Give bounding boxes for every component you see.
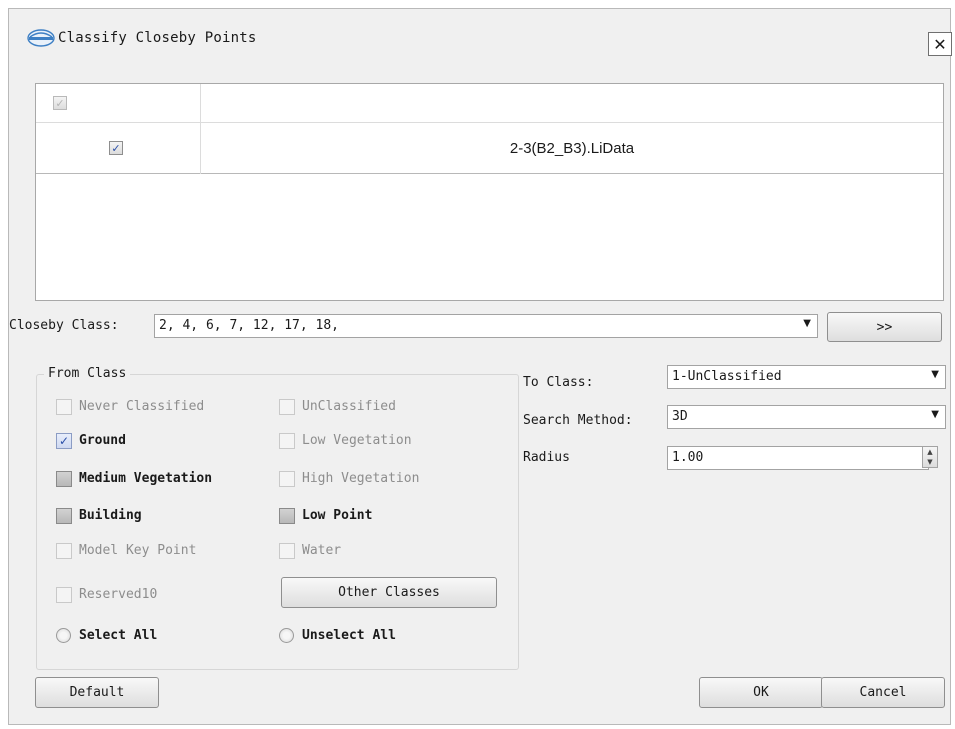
medium-vegetation-label: Medium Vegetation [79,471,213,486]
never-classified-checkbox[interactable] [56,399,72,415]
to-class-select[interactable]: 1-UnClassified ▼ [667,365,946,389]
building-label: Building [79,508,142,523]
ground-checkbox[interactable]: ✓ [56,433,72,449]
file-row-checkbox[interactable]: ✓ [109,141,123,155]
water-label: Water [302,543,342,558]
dialog-title: Classify Closeby Points [58,30,257,46]
low-vegetation-checkbox[interactable] [279,433,295,449]
spin-up-icon[interactable]: ▲ [923,447,937,457]
unselect-all-radio[interactable] [279,628,294,643]
spin-down-icon[interactable]: ▼ [923,457,937,467]
never-classified-label: Never Classified [79,399,205,414]
low-point-checkbox[interactable] [279,508,295,524]
title-bar: Classify Closeby Points ✕ [9,9,952,69]
column-divider [200,84,201,174]
building-checkbox[interactable] [56,508,72,524]
closeby-class-select[interactable]: 2, 4, 6, 7, 12, 17, 18, ▼ [154,314,818,338]
radius-value: 1.00 [672,450,704,465]
to-class-value: 1-UnClassified [672,369,782,384]
select-all-files-checkbox[interactable]: ✓ [53,96,67,110]
model-key-point-label: Model Key Point [79,543,197,558]
file-name-cell: 2-3(B2_B3).LiData [509,140,635,157]
search-method-value: 3D [672,409,688,424]
search-method-select[interactable]: 3D ▼ [667,405,946,429]
table-header-row: ✓ [36,84,943,123]
unclassified-label: UnClassified [302,399,396,414]
closeby-class-label: Closeby Class: [9,318,119,333]
ground-label: Ground [79,433,126,448]
closeby-class-value: 2, 4, 6, 7, 12, 17, 18, [159,318,340,333]
unclassified-checkbox[interactable] [279,399,295,415]
classify-closeby-points-dialog: Classify Closeby Points ✕ ✓ ✓ 2-3(B2_B3)… [8,8,952,725]
reserved10-checkbox[interactable] [56,587,72,603]
app-logo-icon [27,29,55,47]
table-row[interactable]: ✓ 2-3(B2_B3).LiData [36,123,943,174]
default-button[interactable]: Default [35,677,159,708]
to-class-label: To Class: [523,375,594,390]
unselect-all-label: Unselect All [302,628,396,643]
select-all-radio[interactable] [56,628,71,643]
from-class-title: From Class [44,366,131,381]
select-all-label: Select All [79,628,158,643]
radius-label: Radius [523,450,570,465]
search-method-label: Search Method: [523,413,633,428]
close-icon: ✕ [933,34,947,54]
chevron-down-icon: ▼ [803,318,811,329]
model-key-point-checkbox[interactable] [56,543,72,559]
reserved10-label: Reserved10 [79,587,158,602]
low-vegetation-label: Low Vegetation [302,433,412,448]
close-button[interactable]: ✕ [928,32,952,56]
chevron-down-icon: ▼ [931,409,939,420]
water-checkbox[interactable] [279,543,295,559]
radius-input[interactable]: 1.00 [667,446,929,470]
high-vegetation-label: High Vegetation [302,471,420,486]
high-vegetation-checkbox[interactable] [279,471,295,487]
medium-vegetation-checkbox[interactable] [56,471,72,487]
other-classes-button[interactable]: Other Classes [281,577,497,608]
file-table: ✓ ✓ 2-3(B2_B3).LiData [35,83,944,301]
radius-spinner[interactable]: ▲ ▼ [922,446,938,468]
low-point-label: Low Point [302,508,373,523]
closeby-class-more-button[interactable]: >> [827,312,942,342]
ok-button[interactable]: OK [699,677,823,708]
chevron-down-icon: ▼ [931,369,939,380]
cancel-button[interactable]: Cancel [821,677,945,708]
